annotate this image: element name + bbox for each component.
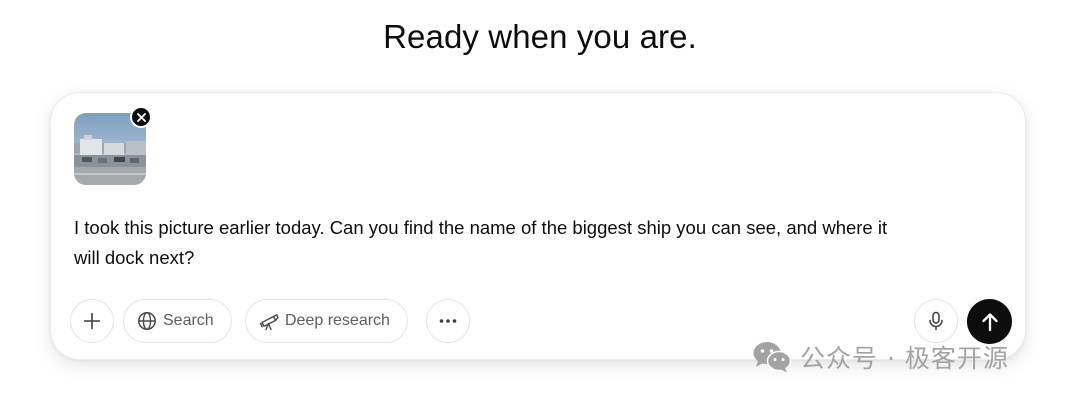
chat-home: Ready when you are. I took this picture … xyxy=(0,0,1080,401)
watermark-text: 公众号 · 极客开源 xyxy=(800,344,1009,373)
message-composer: I took this picture earlier today. Can y… xyxy=(50,92,1026,360)
watermark: 公众号 · 极客开源 xyxy=(752,337,1009,377)
deep-research-button[interactable]: Deep research xyxy=(245,299,408,343)
microphone-icon xyxy=(929,311,943,331)
ellipsis-icon xyxy=(439,319,457,323)
telescope-icon xyxy=(259,314,279,331)
remove-attachment-button[interactable] xyxy=(130,106,152,128)
arrow-up-icon xyxy=(981,312,998,331)
close-icon xyxy=(136,112,146,122)
wechat-icon xyxy=(752,340,792,374)
globe-icon xyxy=(138,312,156,330)
prompt-input[interactable]: I took this picture earlier today. Can y… xyxy=(74,213,894,273)
search-label: Search xyxy=(163,312,214,329)
more-tools-button[interactable] xyxy=(426,299,470,343)
search-button[interactable]: Search xyxy=(123,299,232,343)
plus-icon xyxy=(83,312,101,330)
deep-research-label: Deep research xyxy=(285,312,390,329)
page-title: Ready when you are. xyxy=(383,18,697,55)
add-attachment-button[interactable] xyxy=(70,299,114,343)
